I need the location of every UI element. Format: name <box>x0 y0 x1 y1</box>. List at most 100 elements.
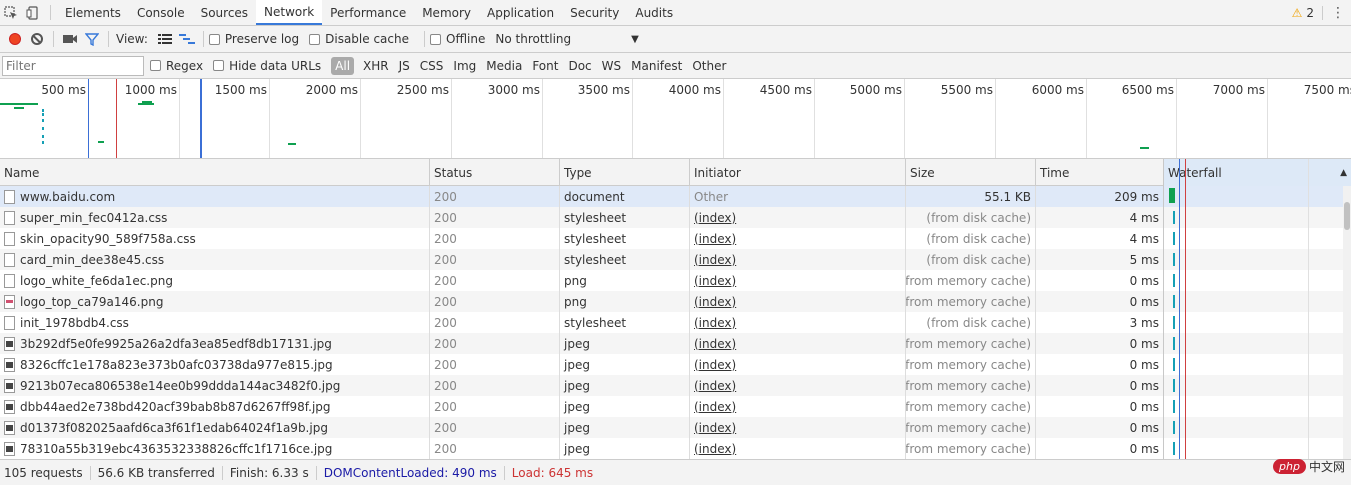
tab-performance[interactable]: Performance <box>322 0 414 25</box>
offline-checkbox[interactable]: Offline <box>430 32 485 46</box>
filter-type-font[interactable]: Font <box>527 59 563 73</box>
request-waterfall-cell <box>1164 228 1351 249</box>
device-toolbar-icon[interactable] <box>22 0 44 25</box>
request-name-cell[interactable]: init_1978bdb4.css <box>0 312 430 333</box>
filter-type-css[interactable]: CSS <box>415 59 449 73</box>
filter-type-other[interactable]: Other <box>687 59 731 73</box>
sort-ascending-icon[interactable]: ▲ <box>1340 168 1347 178</box>
table-row[interactable]: 78310a55b319ebc4363532338826cffc1f1716ce… <box>0 438 1351 459</box>
request-initiator-cell[interactable]: (index) <box>690 417 906 438</box>
overview-gridline <box>1086 79 1087 158</box>
column-header-status[interactable]: Status <box>430 159 560 186</box>
filter-type-media[interactable]: Media <box>481 59 527 73</box>
request-waterfall-cell <box>1164 375 1351 396</box>
request-initiator-cell[interactable]: (index) <box>690 375 906 396</box>
record-button[interactable] <box>4 28 26 50</box>
request-initiator-cell[interactable]: (index) <box>690 291 906 312</box>
request-name-cell[interactable]: 8326cffc1e178a823e373b0afc03738da977e815… <box>0 354 430 375</box>
column-header-type[interactable]: Type <box>560 159 690 186</box>
request-type-cell: stylesheet <box>560 249 690 270</box>
table-row[interactable]: init_1978bdb4.css 200 stylesheet (index) (fr… <box>0 312 1351 333</box>
waterfall-view-button[interactable] <box>176 28 198 50</box>
request-initiator-cell[interactable]: (index) <box>690 333 906 354</box>
request-initiator-cell[interactable]: (index) <box>690 270 906 291</box>
column-header-initiator[interactable]: Initiator <box>690 159 906 186</box>
table-row[interactable]: logo_top_ca79a146.png 200 png (index) (from … <box>0 291 1351 312</box>
table-row[interactable]: skin_opacity90_589f758a.css 200 stylesheet… <box>0 228 1351 249</box>
throttling-select[interactable]: No throttling ▼ <box>495 32 638 46</box>
warning-triangle-icon[interactable]: ⚠ <box>1292 6 1303 20</box>
request-name-cell[interactable]: card_min_dee38e45.css <box>0 249 430 270</box>
list-view-button[interactable] <box>154 28 176 50</box>
request-name-cell[interactable]: logo_white_fe6da1ec.png <box>0 270 430 291</box>
hide-data-urls-box[interactable] <box>213 60 225 71</box>
request-name-cell[interactable]: dbb44aed2e738bd420acf39bab8b87d6267ff98f… <box>0 396 430 417</box>
overview-gridline <box>179 79 180 158</box>
request-name-cell[interactable]: 3b292df5e0fe9925a26a2dfa3ea85edf8db17131… <box>0 333 430 354</box>
filter-toggle-button[interactable] <box>81 28 103 50</box>
request-name-cell[interactable]: skin_opacity90_589f758a.css <box>0 228 430 249</box>
overview-tick-label: 5500 ms <box>940 83 993 97</box>
request-name-cell[interactable]: 9213b07eca806538e14ee0b99ddda144ac3482f0… <box>0 375 430 396</box>
request-initiator-cell[interactable]: (index) <box>690 228 906 249</box>
disable-cache-checkbox[interactable]: Disable cache <box>309 32 409 46</box>
table-row[interactable]: super_min_fec0412a.css 200 stylesheet (inde… <box>0 207 1351 228</box>
filter-type-all[interactable]: All <box>331 56 355 75</box>
tab-console[interactable]: Console <box>129 0 193 25</box>
table-row[interactable]: www.baidu.com 200 document Other 55.1 KB 209 … <box>0 186 1351 207</box>
request-initiator-cell[interactable]: (index) <box>690 249 906 270</box>
tab-application[interactable]: Application <box>479 0 562 25</box>
table-row[interactable]: 3b292df5e0fe9925a26a2dfa3ea85edf8db17131… <box>0 333 1351 354</box>
table-row[interactable]: dbb44aed2e738bd420acf39bab8b87d6267ff98f… <box>0 396 1351 417</box>
request-name-cell[interactable]: 78310a55b319ebc4363532338826cffc1f1716ce… <box>0 438 430 459</box>
disable-cache-box[interactable] <box>309 33 321 45</box>
column-header-waterfall[interactable]: Waterfall ▲ <box>1164 159 1351 186</box>
kebab-menu-icon[interactable]: ⋮ <box>1331 5 1345 21</box>
column-header-name[interactable]: Name <box>0 159 430 186</box>
request-initiator-cell[interactable]: (index) <box>690 354 906 375</box>
filter-type-img[interactable]: Img <box>448 59 481 73</box>
regex-checkbox[interactable]: Regex <box>150 59 203 73</box>
preserve-log-box[interactable] <box>208 33 220 45</box>
table-row[interactable]: d01373f082025aafd6ca3f61f1edab64024f1a9b… <box>0 417 1351 438</box>
table-row[interactable]: 8326cffc1e178a823e373b0afc03738da977e815… <box>0 354 1351 375</box>
hide-data-urls-checkbox[interactable]: Hide data URLs <box>213 59 321 73</box>
request-initiator-cell[interactable]: (index) <box>690 438 906 459</box>
filter-type-manifest[interactable]: Manifest <box>626 59 687 73</box>
offline-box[interactable] <box>430 33 441 45</box>
table-scrollbar-thumb[interactable] <box>1344 202 1350 230</box>
tab-sources[interactable]: Sources <box>193 0 256 25</box>
table-scrollbar[interactable] <box>1343 186 1351 459</box>
request-name-cell[interactable]: www.baidu.com <box>0 186 430 207</box>
tab-network[interactable]: Network <box>256 0 323 25</box>
regex-box[interactable] <box>150 60 161 71</box>
request-type-cell: jpeg <box>560 396 690 417</box>
request-initiator-cell[interactable]: (index) <box>690 396 906 417</box>
tab-audits[interactable]: Audits <box>627 0 681 25</box>
column-header-time[interactable]: Time <box>1036 159 1164 186</box>
preserve-log-checkbox[interactable]: Preserve log <box>208 32 299 46</box>
request-name-cell[interactable]: d01373f082025aafd6ca3f61f1edab64024f1a9b… <box>0 417 430 438</box>
filter-type-js[interactable]: JS <box>394 59 415 73</box>
capture-screenshots-button[interactable] <box>59 28 81 50</box>
tab-security[interactable]: Security <box>562 0 627 25</box>
table-row[interactable]: logo_white_fe6da1ec.png 200 png (index) (fro… <box>0 270 1351 291</box>
warning-count[interactable]: 2 <box>1306 6 1314 20</box>
filter-input[interactable] <box>2 55 144 76</box>
clear-button[interactable] <box>26 28 48 50</box>
select-element-icon[interactable] <box>0 0 22 25</box>
request-initiator-cell[interactable]: (index) <box>690 207 906 228</box>
table-row[interactable]: 9213b07eca806538e14ee0b99ddda144ac3482f0… <box>0 375 1351 396</box>
filter-type-ws[interactable]: WS <box>597 59 626 73</box>
column-header-size[interactable]: Size <box>906 159 1036 186</box>
request-initiator-cell[interactable]: (index) <box>690 312 906 333</box>
filter-type-xhr[interactable]: XHR <box>358 59 394 73</box>
request-name-cell[interactable]: super_min_fec0412a.css <box>0 207 430 228</box>
tab-elements[interactable]: Elements <box>57 0 129 25</box>
tab-memory[interactable]: Memory <box>414 0 479 25</box>
request-name-cell[interactable]: logo_top_ca79a146.png <box>0 291 430 312</box>
filter-type-doc[interactable]: Doc <box>563 59 596 73</box>
overview-tick-label: 7000 ms <box>1212 83 1265 97</box>
network-overview-timeline[interactable]: 500 ms 1000 ms 1500 ms 2000 ms 2500 ms 3000 m… <box>0 79 1351 159</box>
table-row[interactable]: card_min_dee38e45.css 200 stylesheet (index… <box>0 249 1351 270</box>
